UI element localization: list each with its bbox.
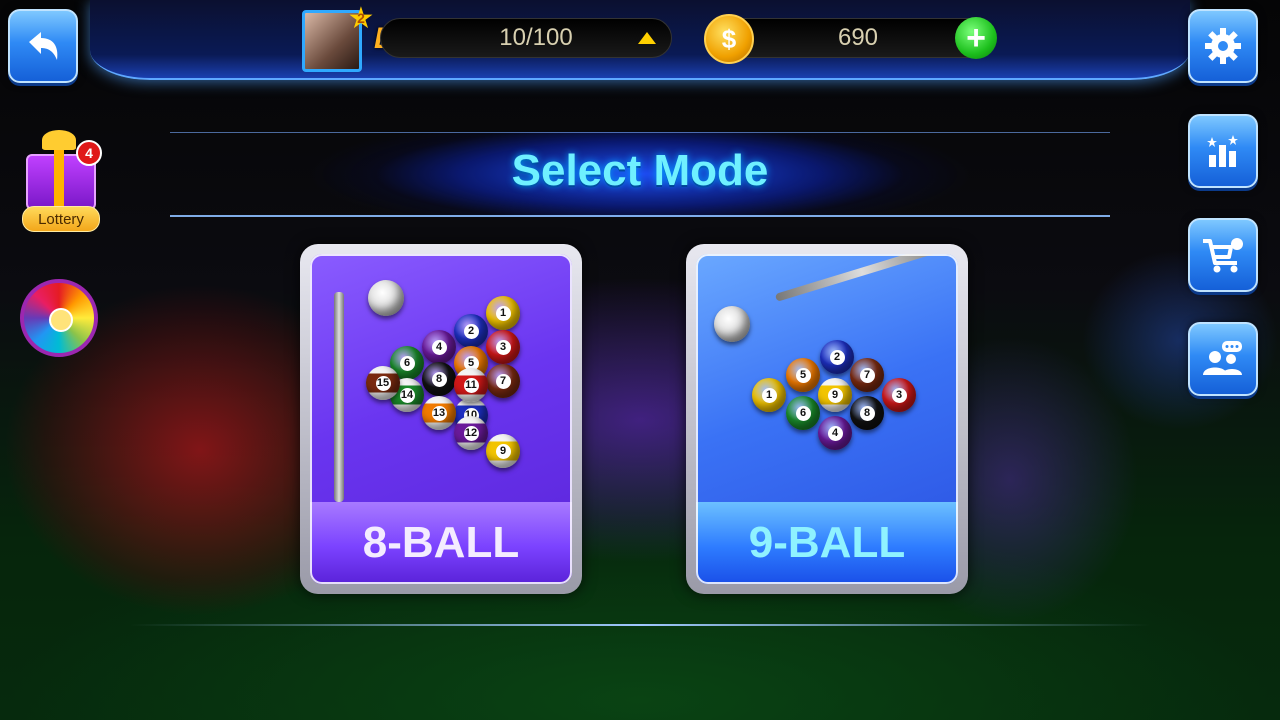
bottom-divider <box>130 624 1150 626</box>
lottery-badge: 4 <box>76 140 102 166</box>
wheel-hub-icon <box>49 308 73 332</box>
back-arrow-icon <box>29 32 58 60</box>
mode-card-8-ball[interactable]: 1 2 3 4 5 6 7 8 9 10 11 12 13 14 15 8-BALL <box>300 244 582 594</box>
shop-button[interactable] <box>1188 218 1258 292</box>
leaderboard-icon <box>1207 135 1238 167</box>
player-level: 2 <box>357 10 365 26</box>
coin-symbol: $ <box>721 23 737 54</box>
plus-icon: + <box>966 18 986 57</box>
mode-card-9-ball[interactable]: 123456789 9-BALL <box>686 244 968 594</box>
gear-icon <box>1205 28 1241 64</box>
card-border <box>310 254 572 584</box>
coin-count: 690 <box>837 24 879 51</box>
exp-bar: 10/100 <box>380 18 672 58</box>
leaderboard-button[interactable] <box>1188 114 1258 188</box>
card-border <box>696 254 958 584</box>
friends-button[interactable] <box>1188 322 1258 396</box>
cart-icon <box>1203 238 1243 273</box>
lottery-label[interactable]: Lottery <box>22 206 100 232</box>
coin-bar: 690 <box>722 18 994 58</box>
exp-value: 10/100 <box>499 24 573 51</box>
level-up-arrow-icon <box>638 32 656 44</box>
friends-chat-icon <box>1203 341 1242 375</box>
coin-icon: $ <box>704 14 754 64</box>
settings-button[interactable] <box>1188 9 1258 83</box>
add-coins-button[interactable]: + <box>955 17 997 59</box>
back-button[interactable] <box>8 9 78 83</box>
gift-bow <box>42 130 76 150</box>
page-title: Select Mode <box>511 146 769 195</box>
